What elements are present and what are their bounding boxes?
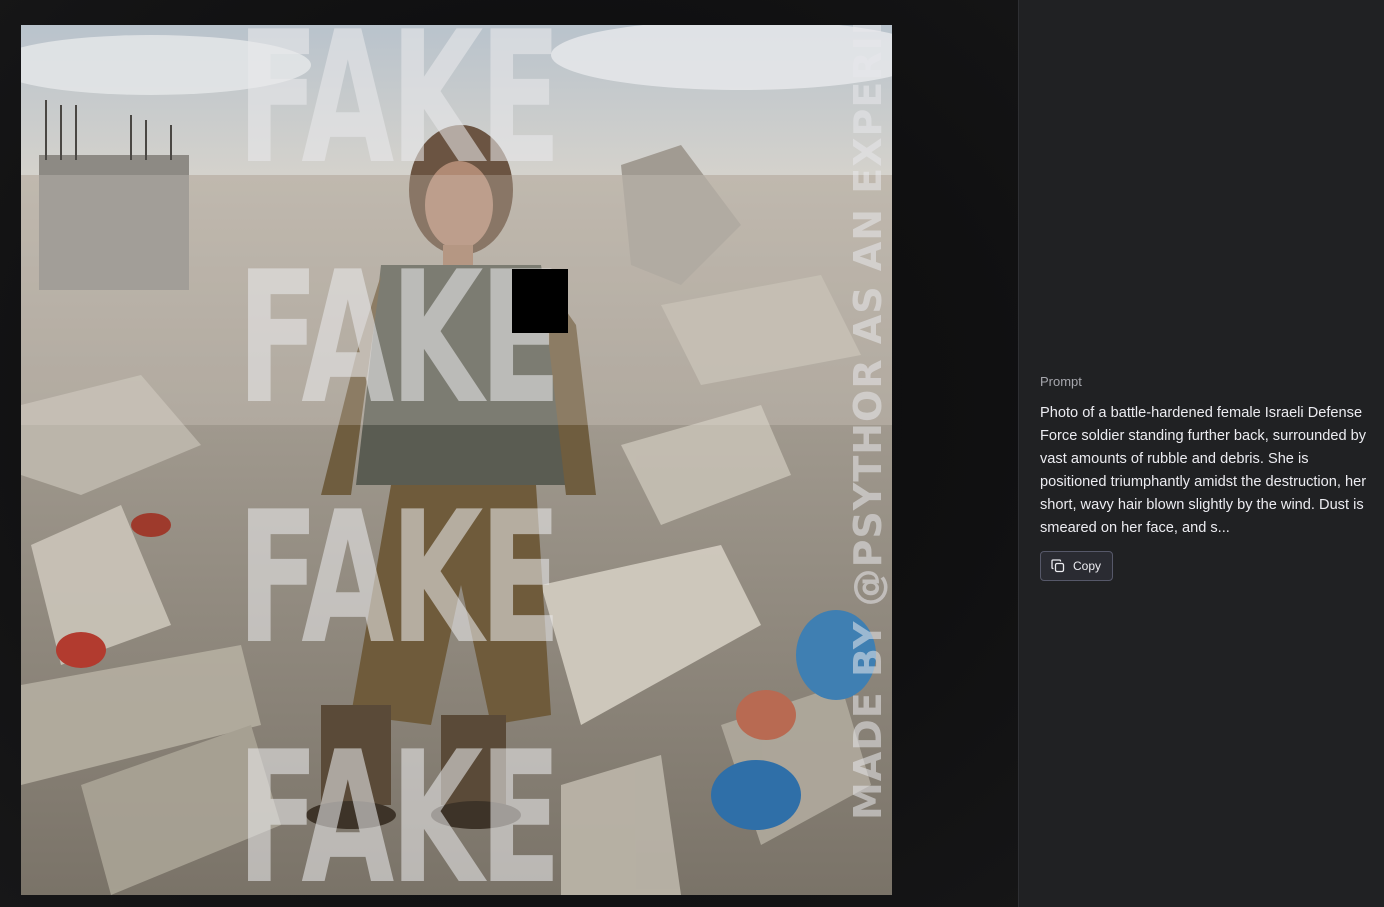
copy-icon xyxy=(1051,559,1065,573)
prompt-sidebar: Prompt Photo of a battle-hardened female… xyxy=(1018,0,1384,907)
fake-watermark-2: FAKE xyxy=(237,232,561,444)
prompt-label: Prompt xyxy=(1040,374,1082,389)
fake-watermark-1: FAKE xyxy=(237,25,561,204)
copy-button[interactable]: Copy xyxy=(1040,551,1114,581)
prompt-text: Photo of a battle-hardened female Israel… xyxy=(1040,405,1367,536)
copy-button-label: Copy xyxy=(1073,559,1102,573)
app-window: FAKE FAKE FAKE FAKE MADE BY @PSYTHOR AS … xyxy=(0,0,1384,907)
redaction-box xyxy=(512,269,568,333)
vertical-credit-text: MADE BY @PSYTHOR AS AN EXPERIMENT xyxy=(846,25,890,820)
fake-watermark-3: FAKE xyxy=(237,472,561,684)
fake-watermark-4: FAKE xyxy=(237,712,561,895)
image-viewer: FAKE FAKE FAKE FAKE MADE BY @PSYTHOR AS … xyxy=(0,0,1018,907)
generated-image[interactable]: FAKE FAKE FAKE FAKE MADE BY @PSYTHOR AS … xyxy=(21,25,892,895)
